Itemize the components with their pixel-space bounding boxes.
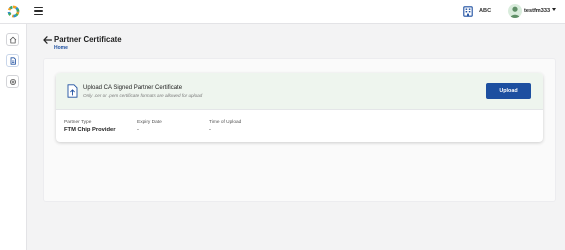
building-icon <box>463 6 473 17</box>
settings-icon <box>9 78 16 85</box>
sidebar-item-home[interactable] <box>6 33 19 46</box>
upload-banner: Upload CA Signed Partner Certificate Onl… <box>56 73 543 110</box>
expiry-date-value: - <box>137 127 139 133</box>
file-upload-icon <box>67 84 78 98</box>
upload-hint: Only .cer or .pem certificate formats ar… <box>83 93 203 98</box>
sidebar-item-settings[interactable] <box>6 75 19 88</box>
certificate-card: Upload CA Signed Partner Certificate Onl… <box>56 73 543 142</box>
sidebar <box>0 24 27 250</box>
upload-button[interactable]: Upload <box>486 83 531 99</box>
upload-title: Upload CA Signed Partner Certificate <box>83 85 183 91</box>
org-name: ABC <box>479 8 492 14</box>
breadcrumb-home[interactable]: Home <box>54 45 68 51</box>
hamburger-menu-icon[interactable] <box>34 7 43 16</box>
partner-type-value: FTM Chip Provider <box>64 127 116 133</box>
user-name[interactable]: testfm333 <box>524 8 550 14</box>
user-avatar[interactable] <box>508 4 522 18</box>
arrow-left-icon[interactable] <box>43 36 52 44</box>
caret-down-icon[interactable] <box>552 8 556 11</box>
expiry-date-label: Expiry Date <box>137 120 162 125</box>
top-header: ABC testfm333 <box>0 0 565 24</box>
upload-time-value: - <box>209 127 211 133</box>
upload-time-label: Time of Upload <box>209 120 242 125</box>
partner-type-label: Partner Type <box>64 120 92 125</box>
app-logo-icon[interactable] <box>7 5 20 18</box>
sidebar-item-certificates[interactable] <box>6 54 19 67</box>
page-title: Partner Certificate <box>54 35 122 44</box>
document-icon <box>10 56 16 65</box>
home-icon <box>9 36 16 43</box>
